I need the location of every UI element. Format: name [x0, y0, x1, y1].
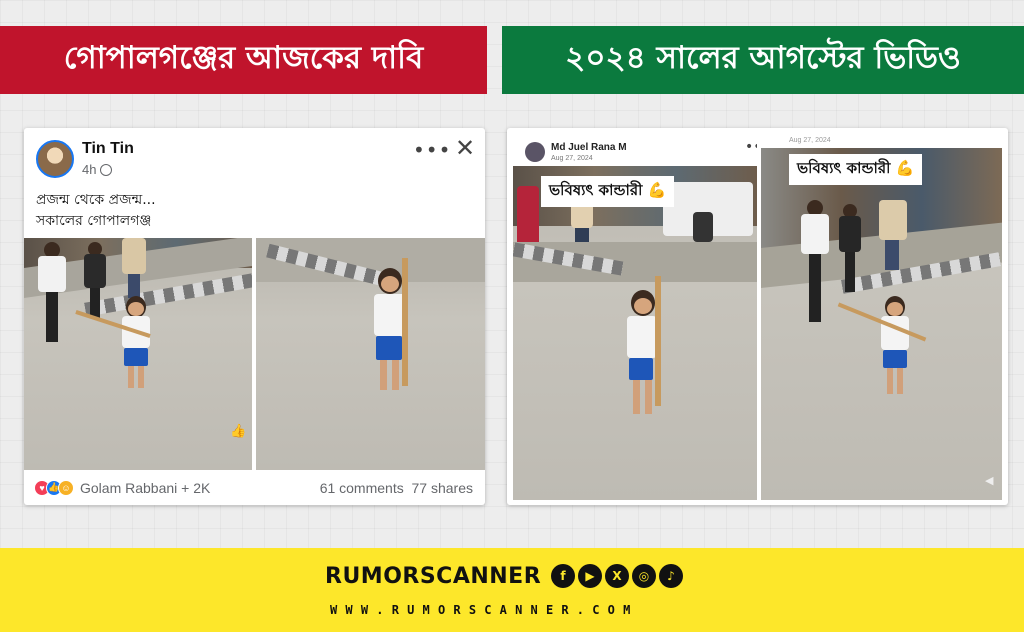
author-avatar[interactable]	[36, 140, 74, 178]
claim-post-card: Tin Tin 4h ••• ✕ প্রজন্ম থেকে প্রজন্ম...…	[24, 128, 485, 505]
post-time: 4h	[82, 162, 113, 177]
post-date: Aug 27, 2024	[551, 155, 593, 162]
comments-count[interactable]: 61 comments	[320, 480, 404, 496]
video-still-1	[513, 166, 757, 500]
video-caption: ভবিষ্যৎ কান্ডারী 💪	[541, 176, 675, 207]
post-footer: ♥ 👍 ☺ Golam Rabbani + 2K 61 comments 77 …	[24, 470, 485, 505]
x-icon[interactable]: X	[605, 564, 629, 588]
fact-banner-text: ২০২৪ সালের আগস্টের ভিডিও	[565, 40, 961, 76]
claim-banner: গোপালগঞ্জের আজকের দাবি	[0, 26, 487, 94]
globe-icon	[100, 163, 113, 176]
post-date-2: Aug 27, 2024	[789, 137, 831, 144]
facebook-icon[interactable]: f	[551, 564, 575, 588]
reactions-summary[interactable]: ♥ 👍 ☺	[34, 479, 74, 496]
caption-text: ভবিষ্যৎ কান্ডারী	[549, 181, 643, 199]
post-photo-1[interactable]: 👍	[24, 238, 252, 470]
speaker-icon[interactable]: ◀	[985, 474, 993, 487]
video-still-2	[761, 148, 1002, 500]
post-text-line-1: প্রজন্ম থেকে প্রজন্ম...	[36, 192, 156, 208]
reactions-names[interactable]: Golam Rabbani + 2K	[80, 480, 210, 496]
brand-name: RUMORSCANNER	[325, 564, 542, 589]
close-icon[interactable]: ✕	[455, 134, 475, 162]
video-frame-1[interactable]: Md Juel Rana M Aug 27, 2024 •••	[513, 132, 757, 500]
fact-post-card: Md Juel Rana M Aug 27, 2024 •••	[507, 128, 1008, 505]
shares-count[interactable]: 77 shares	[412, 480, 473, 496]
more-icon[interactable]: •••	[745, 139, 757, 155]
youtube-icon[interactable]: ▶	[578, 564, 602, 588]
flexed-biceps-icon: 💪	[647, 181, 667, 199]
fact-banner: ২০২৪ সালের আগস্টের ভিডিও	[502, 26, 1024, 94]
claim-banner-text: গোপালগঞ্জের আজকের দাবি	[63, 40, 424, 76]
author-name[interactable]: Md Juel Rana M	[551, 142, 627, 153]
social-links: f ▶ X ◎ ♪	[551, 564, 683, 588]
engagement-counts: 61 comments 77 shares	[320, 480, 473, 496]
video-caption: ভবিষ্যৎ কান্ডারী 💪	[789, 154, 923, 185]
post-text: প্রজন্ম থেকে প্রজন্ম... সকালের গোপালগঞ্জ	[36, 190, 156, 232]
post-time-text[interactable]: 4h	[82, 162, 96, 177]
more-icon[interactable]: •••	[413, 138, 451, 162]
tiktok-icon[interactable]: ♪	[659, 564, 683, 588]
author-name[interactable]: Tin Tin	[82, 140, 134, 158]
author-avatar[interactable]	[525, 142, 545, 162]
brand-footer: RUMORSCANNER f ▶ X ◎ ♪ WWW.RUMORSCANNER.…	[0, 548, 1024, 632]
website-url[interactable]: WWW.RUMORSCANNER.COM	[330, 603, 639, 617]
video-frame-2[interactable]: Aug 27, 2024 ভবিষ্যৎ কান্ডারী 💪	[761, 132, 1002, 500]
flexed-biceps-icon: 💪	[895, 159, 915, 177]
post-photo-2[interactable]	[256, 238, 485, 470]
post-header	[36, 140, 74, 178]
instagram-icon[interactable]: ◎	[632, 564, 656, 588]
caption-text: ভবিষ্যৎ কান্ডারী	[797, 159, 891, 177]
post-text-line-2: সকালের গোপালগঞ্জ	[36, 213, 152, 229]
like-overlay-icon: 👍	[230, 424, 247, 439]
haha-reaction-icon: ☺	[58, 479, 74, 496]
